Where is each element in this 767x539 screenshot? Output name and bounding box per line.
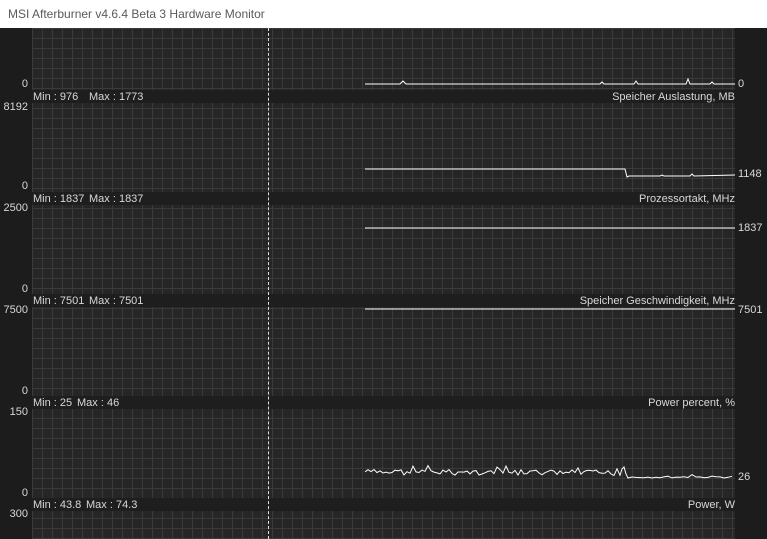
graph1-min: Min : 976 <box>33 91 79 103</box>
trace-layer <box>364 77 736 479</box>
graph4-top-scale: 7500 <box>3 304 28 316</box>
graph2-max: Max : 1837 <box>89 193 144 205</box>
trace-speicher-auslastung <box>365 77 735 85</box>
trace-power <box>364 464 733 479</box>
graph1-current-value: 0 <box>738 78 745 90</box>
graph5-max: Max : 74.3 <box>86 499 138 511</box>
graph4-max: Max : 46 <box>77 397 120 409</box>
graph5-name: Power, W <box>687 499 735 511</box>
graph2-top-scale: 8192 <box>3 101 28 113</box>
graph3-bottom-scale: 0 <box>21 283 28 295</box>
window-title: MSI Afterburner v4.6.4 Beta 3 Hardware M… <box>8 7 265 21</box>
graph2-current-value: 1148 <box>738 168 762 180</box>
graph5-current-value: 26 <box>738 471 751 483</box>
graph4-bottom-scale: 0 <box>21 385 28 397</box>
graph3-min: Min : 7501 <box>33 295 85 307</box>
graph5-bottom-scale: 0 <box>21 487 28 499</box>
graph1-bottom-scale: 0 <box>21 78 28 90</box>
title-bar[interactable]: MSI Afterburner v4.6.4 Beta 3 Hardware M… <box>0 0 767 28</box>
hardware-monitor-panel[interactable]: 0 0 Min : 976 Max : 1773 Speicher Auslas… <box>0 28 767 539</box>
graph2-min: Min : 1837 <box>33 193 85 205</box>
graph5-min: Min : 43.8 <box>33 499 82 511</box>
graph3-current-value: 1837 <box>738 222 763 234</box>
graph3-max: Max : 7501 <box>89 295 144 307</box>
graph3-name: Speicher Geschwindigkeit, MHz <box>579 295 735 307</box>
graph4-name: Power percent, % <box>648 397 735 409</box>
graph2-bottom-scale: 0 <box>21 180 28 192</box>
graph3-top-scale: 2500 <box>3 202 28 214</box>
graph5-top-scale: 150 <box>9 406 28 418</box>
graph6-top-scale: 300 <box>9 508 28 520</box>
graph4-min: Min : 25 <box>33 397 73 409</box>
graph4-current-value: 7501 <box>738 304 763 316</box>
trace-prozessortakt <box>365 168 736 178</box>
graph1-name: Speicher Auslastung, MB <box>612 91 735 103</box>
graph1-max: Max : 1773 <box>89 91 144 103</box>
graph2-name: Prozessortakt, MHz <box>639 193 735 205</box>
